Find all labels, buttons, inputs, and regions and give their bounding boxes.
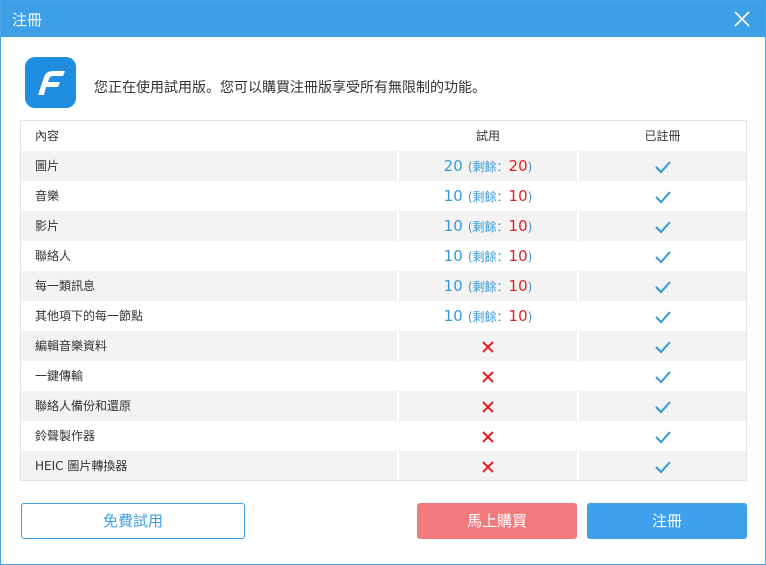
table-row: 鈴聲製作器 [21, 421, 746, 451]
window-title: 注冊 [12, 11, 43, 29]
title-bar: 注冊 [1, 1, 765, 37]
feature-name: HEIC 圖片轉換器 [35, 459, 128, 473]
cross-icon [481, 396, 495, 415]
table-row: 圖片 20 (剩餘：20) [21, 151, 746, 181]
table-header: 內容 試用 已註冊 [21, 121, 746, 151]
register-dialog: 注冊 您正在使用試用版。您可以購買注冊版享受所有無限制的功能。 內容 試用 已註… [0, 0, 766, 565]
check-icon [579, 301, 746, 331]
check-icon [579, 211, 746, 241]
trial-remaining: 10 [508, 217, 528, 235]
trial-total: 10 [443, 307, 463, 325]
trial-total: 10 [443, 217, 463, 235]
trial-value [399, 331, 577, 361]
feature-table: 內容 試用 已註冊 圖片 20 (剩餘：20) 音樂 10 (剩餘：10) 影片 10 (… [20, 120, 747, 481]
trial-value: 10 (剩餘：10) [399, 301, 577, 331]
remaining-label: 剩餘： [472, 280, 509, 294]
check-icon [579, 241, 746, 271]
paren-close: ) [527, 160, 533, 174]
table-row: 每一類訊息 10 (剩餘：10) [21, 271, 746, 301]
trial-value [399, 421, 577, 451]
trial-value: 10 (剩餘：10) [399, 211, 577, 241]
check-icon [579, 451, 746, 480]
close-icon[interactable] [731, 8, 753, 30]
feature-name: 影片 [35, 219, 60, 233]
feature-name: 聯絡人備份和還原 [35, 399, 132, 413]
paren-close: ) [527, 220, 533, 234]
feature-name: 鈴聲製作器 [35, 429, 96, 443]
table-row: 其他項下的每一節點 10 (剩餘：10) [21, 301, 746, 331]
trial-value: 10 (剩餘：10) [399, 271, 577, 301]
check-icon [579, 151, 746, 181]
trial-total: 10 [443, 277, 463, 295]
remaining-label: 剩餘： [472, 160, 509, 174]
feature-name: 編輯音樂資料 [35, 339, 108, 353]
cross-icon [481, 456, 495, 475]
trial-value: 10 (剩餘：10) [399, 181, 577, 211]
table-row: 聯絡人 10 (剩餘：10) [21, 241, 746, 271]
header-trial: 試用 [475, 129, 500, 143]
trial-total: 10 [443, 187, 463, 205]
table-row: 一鍵傳輸 [21, 361, 746, 391]
check-icon [579, 421, 746, 451]
table-row: 影片 10 (剩餘：10) [21, 211, 746, 241]
paren-close: ) [527, 310, 533, 324]
table-row: 聯絡人備份和還原 [21, 391, 746, 421]
header-registered: 已註冊 [644, 129, 681, 143]
trial-remaining: 10 [508, 187, 528, 205]
feature-name: 圖片 [35, 159, 60, 173]
trial-value [399, 361, 577, 391]
register-button[interactable]: 注冊 [587, 503, 747, 539]
paren-close: ) [527, 250, 533, 264]
trial-total: 10 [443, 247, 463, 265]
free-trial-button[interactable]: 免費試用 [21, 503, 245, 539]
app-logo [25, 57, 76, 108]
feature-name: 每一類訊息 [35, 279, 96, 293]
paren-close: ) [527, 280, 533, 294]
cross-icon [481, 366, 495, 385]
paren-close: ) [527, 190, 533, 204]
cross-icon [481, 426, 495, 445]
trial-value [399, 391, 577, 421]
remaining-label: 剩餘： [472, 220, 509, 234]
check-icon [579, 271, 746, 301]
trial-value: 10 (剩餘：10) [399, 241, 577, 271]
feature-name: 音樂 [35, 189, 60, 203]
remaining-label: 剩餘： [472, 250, 509, 264]
trial-remaining: 10 [508, 277, 528, 295]
trial-value: 20 (剩餘：20) [399, 151, 577, 181]
trial-total: 20 [443, 157, 463, 175]
remaining-label: 剩餘： [472, 310, 509, 324]
feature-name: 一鍵傳輸 [35, 369, 84, 383]
trial-remaining: 20 [508, 157, 528, 175]
check-icon [579, 331, 746, 361]
check-icon [579, 361, 746, 391]
trial-remaining: 10 [508, 307, 528, 325]
table-row: 音樂 10 (剩餘：10) [21, 181, 746, 211]
feature-name: 其他項下的每一節點 [35, 309, 144, 323]
check-icon [579, 391, 746, 421]
buy-now-button[interactable]: 馬上購買 [417, 503, 577, 539]
cross-icon [481, 336, 495, 355]
table-row: 編輯音樂資料 [21, 331, 746, 361]
trial-value [399, 451, 577, 480]
feature-name: 聯絡人 [35, 249, 72, 263]
check-icon [579, 181, 746, 211]
header-content: 內容 [35, 129, 60, 143]
table-row: HEIC 圖片轉換器 [21, 451, 746, 480]
remaining-label: 剩餘： [472, 190, 509, 204]
trial-remaining: 10 [508, 247, 528, 265]
intro-message: 您正在使用試用版。您可以購買注冊版享受所有無限制的功能。 [94, 80, 486, 96]
